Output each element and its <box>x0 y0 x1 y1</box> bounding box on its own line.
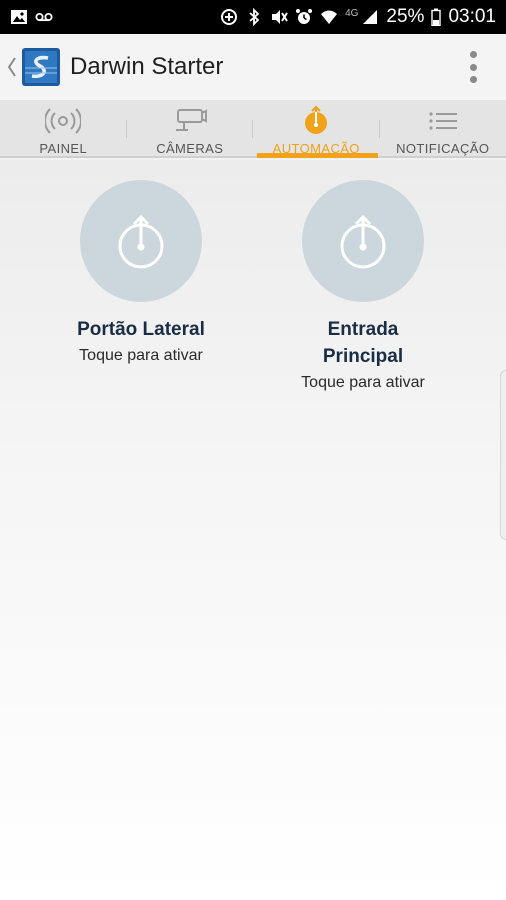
power-icon <box>118 214 164 269</box>
tab-automacao[interactable]: AUTOMAÇÃO <box>253 100 380 158</box>
device-name-line: Entrada <box>327 319 399 340</box>
data-saver-icon <box>220 9 238 25</box>
device-name: Portão Lateral <box>77 316 205 343</box>
target-icon <box>45 104 82 138</box>
side-drawer-handle[interactable] <box>500 370 506 540</box>
power-icon <box>298 104 334 138</box>
device-hint: Toque para ativar <box>301 374 425 391</box>
status-left <box>10 9 53 25</box>
tab-label: PAINEL <box>39 141 88 156</box>
device-hint: Toque para ativar <box>79 347 203 364</box>
device-name-line: Principal <box>322 346 404 367</box>
back-chevron-icon[interactable] <box>4 47 20 87</box>
alarm-icon <box>295 9 313 25</box>
camera-icon <box>172 104 208 138</box>
device-activate-button[interactable] <box>302 180 424 302</box>
overflow-menu-icon[interactable] <box>468 51 478 83</box>
device-name-line: Portão Lateral <box>77 319 205 340</box>
wifi-icon <box>320 9 338 25</box>
image-icon <box>10 9 28 25</box>
list-icon <box>425 104 461 138</box>
battery-icon <box>431 8 442 26</box>
power-icon <box>340 214 386 269</box>
status-bar: 4G 25% 03:01 <box>0 0 506 34</box>
tab-cameras[interactable]: CÂMERAS <box>127 100 253 156</box>
device-portao-lateral[interactable]: Portão Lateral Toque para ativar <box>48 180 234 365</box>
tab-label: CÂMERAS <box>156 141 224 156</box>
app-bar: Darwin Starter <box>0 34 506 100</box>
tab-label: NOTIFICAÇÃO <box>396 141 490 156</box>
mute-icon <box>270 9 288 25</box>
tab-bar: PAINEL CÂMERAS AUTOMAÇÃO NOTIFICAÇÃO <box>0 100 506 158</box>
voicemail-icon <box>35 9 53 25</box>
app-logo-icon[interactable] <box>22 48 60 86</box>
app-title: Darwin Starter <box>70 53 224 80</box>
signal-icon <box>361 9 379 25</box>
clock-time: 03:01 <box>448 6 496 27</box>
status-right: 4G 25% 03:01 <box>220 6 496 28</box>
device-entrada-principal[interactable]: Entrada Principal Toque para ativar <box>270 180 456 392</box>
bluetooth-icon <box>245 8 263 26</box>
device-activate-button[interactable] <box>80 180 202 302</box>
device-name: Entrada Principal <box>323 316 403 370</box>
tab-painel[interactable]: PAINEL <box>0 100 127 156</box>
active-tab-indicator <box>257 153 378 158</box>
automation-panel: Portão Lateral Toque para ativar Entrada… <box>0 160 506 900</box>
battery-percent: 25% <box>386 6 425 27</box>
network-type-label: 4G <box>345 7 359 19</box>
tab-notificacao[interactable]: NOTIFICAÇÃO <box>380 100 506 156</box>
